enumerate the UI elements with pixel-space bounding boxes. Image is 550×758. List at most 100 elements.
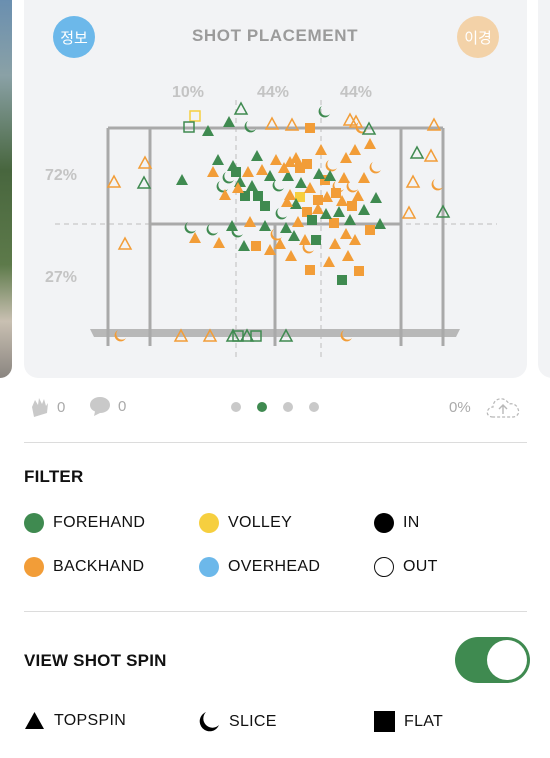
topspin-shot-marker (207, 166, 219, 177)
flat-shot-marker (329, 218, 339, 228)
slice-shot-marker (318, 106, 330, 118)
flat-shot-marker (331, 188, 341, 198)
pager-dot[interactable] (231, 402, 241, 412)
topspin-shot-marker (358, 172, 370, 183)
shot-markers (106, 101, 451, 342)
topspin-shot-marker (246, 180, 258, 191)
topspin-shot-marker (117, 236, 133, 250)
volley-swatch (199, 513, 219, 533)
court-diagram (55, 100, 497, 360)
comment-icon (90, 397, 110, 416)
forehand-swatch (24, 513, 44, 533)
filter-label: OUT (403, 558, 438, 575)
flat-shot-marker (260, 201, 270, 211)
topspin-shot-marker (313, 168, 325, 179)
topspin-shot-marker (238, 240, 250, 251)
spin-legend-slice: SLICE (199, 711, 277, 732)
filter-label: FOREHAND (53, 514, 146, 531)
toggle-knob (487, 640, 527, 680)
likes-stat[interactable]: 0 (29, 395, 65, 419)
upload-stat[interactable]: 0% (449, 395, 521, 419)
clap-icon (32, 398, 48, 417)
flat-shot-marker (189, 110, 201, 122)
topspin-shot-marker (242, 166, 254, 177)
filter-overhead[interactable]: OVERHEAD (199, 557, 320, 577)
topspin-shot-marker (401, 205, 417, 219)
divider (24, 611, 527, 612)
topspin-shot-marker (270, 154, 282, 165)
topspin-shot-marker (295, 177, 307, 188)
in-swatch (374, 513, 394, 533)
filter-backhand[interactable]: BACKHAND (24, 557, 144, 577)
topspin-shot-marker (349, 234, 361, 245)
filter-out[interactable]: OUT (374, 557, 438, 577)
flat-shot-marker (365, 225, 375, 235)
flat-shot-marker (347, 201, 357, 211)
likes-count: 0 (57, 398, 66, 416)
topspin-shot-marker (285, 250, 297, 261)
pager-dot[interactable] (283, 402, 293, 412)
flat-shot-marker (307, 215, 317, 225)
comments-stat[interactable]: 0 (88, 395, 126, 417)
topspin-shot-marker (213, 237, 225, 248)
filter-label: VOLLEY (228, 514, 293, 531)
flat-shot-marker (231, 167, 241, 177)
topspin-shot-marker (244, 216, 256, 227)
topspin-shot-marker (292, 216, 304, 227)
filter-label: BACKHAND (53, 558, 145, 575)
filter-label: OVERHEAD (228, 558, 321, 575)
topspin-shot-marker (344, 214, 356, 225)
topspin-shot-marker (364, 138, 376, 149)
slice-shot-marker (272, 180, 284, 192)
spin-label: FLAT (404, 712, 444, 730)
comments-count: 0 (118, 397, 127, 415)
overhead-swatch (199, 557, 219, 577)
pager-dot[interactable] (309, 402, 319, 412)
topspin-shot-marker (409, 145, 425, 159)
topspin-shot-marker (290, 152, 302, 163)
topspin-shot-marker (358, 204, 370, 215)
topspin-shot-marker (340, 228, 352, 239)
topspin-shot-marker (370, 192, 382, 203)
flat-shot-marker (295, 163, 305, 173)
spin-label: TOPSPIN (54, 711, 127, 729)
backhand-swatch (24, 557, 44, 577)
topspin-shot-marker (223, 116, 235, 127)
spin-toggle[interactable] (455, 637, 530, 683)
topspin-shot-marker (333, 206, 345, 217)
topspin-shot-marker (315, 144, 327, 155)
filter-in[interactable]: IN (374, 513, 420, 533)
flat-shot-marker (305, 123, 315, 133)
flat-shot-marker (313, 195, 323, 205)
topspin-shot-marker (256, 164, 268, 175)
flat-shot-marker (305, 265, 315, 275)
out-swatch (374, 557, 394, 577)
topspin-shot-marker (423, 148, 439, 162)
filter-forehand[interactable]: FOREHAND (24, 513, 145, 533)
slice-shot-marker (275, 208, 287, 220)
topspin-shot-marker (342, 250, 354, 261)
upload-pct: 0% (449, 398, 471, 416)
crescent-icon (199, 712, 219, 732)
filter-label: IN (403, 514, 420, 531)
topspin-shot-marker (212, 154, 224, 165)
flat-shot-marker (251, 241, 261, 251)
flat-shot-marker (337, 275, 347, 285)
pager-dot-active[interactable] (257, 402, 267, 412)
topspin-shot-marker (189, 232, 201, 243)
filter-volley[interactable]: VOLLEY (199, 513, 292, 533)
topspin-shot-marker (349, 144, 361, 155)
slice-shot-marker (325, 160, 337, 172)
topspin-shot-marker (323, 256, 335, 267)
filter-title: FILTER (24, 467, 84, 486)
topspin-shot-marker (251, 150, 263, 161)
topspin-shot-marker (233, 101, 249, 115)
spin-legend-flat: FLAT (374, 711, 443, 732)
slice-shot-marker (431, 179, 443, 191)
flat-shot-marker (354, 266, 364, 276)
flat-shot-marker (311, 235, 321, 245)
divider (24, 442, 527, 443)
pager-dots[interactable] (231, 402, 319, 412)
slice-shot-marker (206, 224, 218, 236)
cloud-upload-icon[interactable] (485, 395, 521, 419)
